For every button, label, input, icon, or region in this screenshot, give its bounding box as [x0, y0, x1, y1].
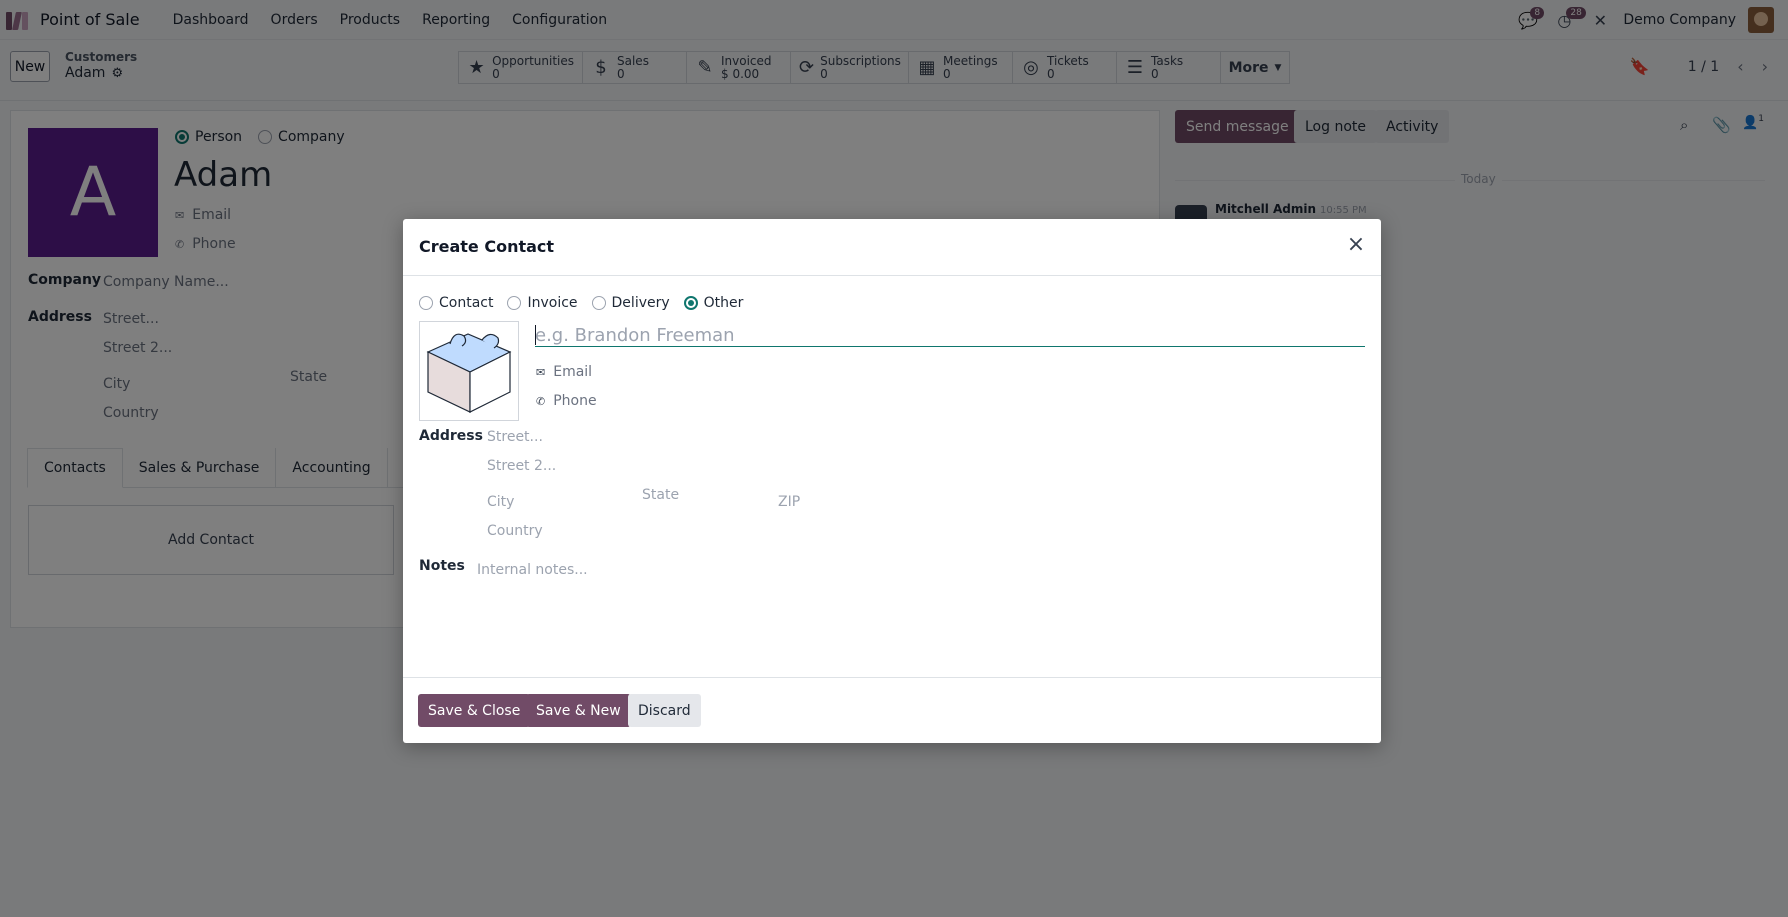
radio-invoice[interactable]: Invoice: [507, 295, 578, 311]
envelope-icon: ✉: [536, 365, 546, 379]
dialog-header: Create Contact ×: [403, 219, 1381, 276]
address-type-radio: Contact Invoice Delivery Other: [419, 295, 743, 311]
zip-input[interactable]: ZIP: [778, 494, 800, 510]
radio-icon: [419, 296, 433, 310]
phone-field[interactable]: ✆ Phone: [536, 393, 597, 409]
notes-label: Notes: [419, 558, 465, 574]
radio-other[interactable]: Other: [683, 295, 744, 311]
save-close-button[interactable]: Save & Close: [418, 694, 531, 727]
name-input[interactable]: e.g. Brandon Freeman: [535, 325, 1365, 347]
email-field[interactable]: ✉ Email: [536, 364, 592, 380]
puzzle-image-icon: [426, 333, 512, 413]
radio-icon: [507, 296, 522, 310]
country-input[interactable]: Country: [487, 523, 543, 539]
create-contact-dialog: Create Contact × Contact Invoice Deliver…: [403, 219, 1381, 743]
state-input[interactable]: State: [642, 487, 679, 503]
radio-other-label: Other: [703, 295, 744, 311]
email-placeholder: Email: [553, 364, 593, 380]
save-new-button[interactable]: Save & New: [526, 694, 631, 727]
radio-icon: [683, 296, 698, 310]
street2-input[interactable]: Street 2...: [487, 458, 556, 474]
dialog-footer: Save & Close Save & New Discard: [403, 677, 1381, 743]
street-input[interactable]: Street...: [487, 429, 543, 445]
notes-input[interactable]: Internal notes...: [477, 562, 588, 578]
radio-delivery-label: Delivery: [611, 295, 670, 311]
radio-delivery[interactable]: Delivery: [591, 295, 670, 311]
phone-icon: ✆: [536, 394, 546, 408]
radio-invoice-label: Invoice: [527, 295, 578, 311]
radio-contact-label: Contact: [439, 295, 494, 311]
radio-contact[interactable]: Contact: [419, 295, 493, 311]
contact-image-placeholder[interactable]: [419, 321, 519, 421]
discard-button[interactable]: Discard: [628, 694, 701, 727]
radio-icon: [591, 296, 606, 310]
phone-placeholder: Phone: [553, 393, 597, 409]
dialog-title: Create Contact: [419, 237, 555, 256]
close-icon[interactable]: ×: [1345, 234, 1367, 256]
address-label: Address: [419, 428, 483, 444]
city-input[interactable]: City: [487, 494, 514, 510]
